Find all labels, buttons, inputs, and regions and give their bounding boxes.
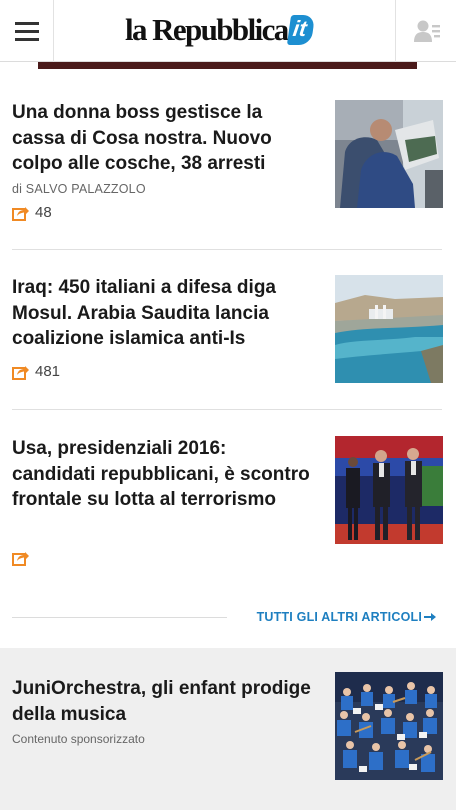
more-divider (12, 617, 227, 618)
article-divider (12, 249, 442, 250)
sponsored-thumbnail[interactable] (335, 672, 443, 780)
article-item[interactable]: Iraq: 450 italiani a difesa diga Mosul. … (12, 275, 444, 385)
logo-suffix: it (286, 15, 316, 45)
more-articles-link[interactable]: TUTTI GLI ALTRI ARTICOLI (257, 610, 422, 624)
more-articles-row: TUTTI GLI ALTRI ARTICOLI (12, 608, 444, 628)
share-button[interactable]: 48 (12, 204, 52, 221)
share-button[interactable]: 481 (12, 363, 60, 380)
user-profile-icon[interactable] (395, 0, 456, 62)
article-item[interactable]: Una donna boss gestisce la cassa di Cosa… (12, 100, 444, 230)
article-item[interactable]: Usa, presidenziali 2016: candidati repub… (12, 436, 444, 571)
article-thumbnail[interactable] (335, 275, 443, 383)
article-title[interactable]: Usa, presidenziali 2016: candidati repub… (12, 436, 312, 513)
top-banner-image (38, 62, 417, 69)
logo-text: la Repubblica (125, 12, 289, 47)
menu-icon[interactable] (0, 0, 54, 62)
share-icon (12, 206, 29, 221)
arrow-right-icon[interactable] (424, 612, 436, 622)
share-icon (12, 365, 29, 380)
share-count: 48 (35, 204, 52, 221)
sponsored-box[interactable]: JuniOrchestra, gli enfant prodige della … (0, 648, 456, 810)
article-byline: di SALVO PALAZZOLO (12, 182, 146, 196)
sponsored-title[interactable]: JuniOrchestra, gli enfant prodige della … (12, 676, 312, 727)
article-thumbnail[interactable] (335, 100, 443, 208)
sponsored-label: Contenuto sponsorizzato (12, 732, 145, 746)
share-count: 481 (35, 363, 61, 380)
article-title[interactable]: Iraq: 450 italiani a difesa diga Mosul. … (12, 275, 312, 352)
share-button[interactable] (12, 550, 35, 566)
top-header: la Repubblica it (0, 0, 456, 62)
article-thumbnail[interactable] (335, 436, 443, 544)
share-icon (12, 552, 29, 566)
article-title[interactable]: Una donna boss gestisce la cassa di Cosa… (12, 100, 312, 177)
article-divider (12, 409, 442, 410)
site-logo[interactable]: la Repubblica it (125, 12, 316, 48)
